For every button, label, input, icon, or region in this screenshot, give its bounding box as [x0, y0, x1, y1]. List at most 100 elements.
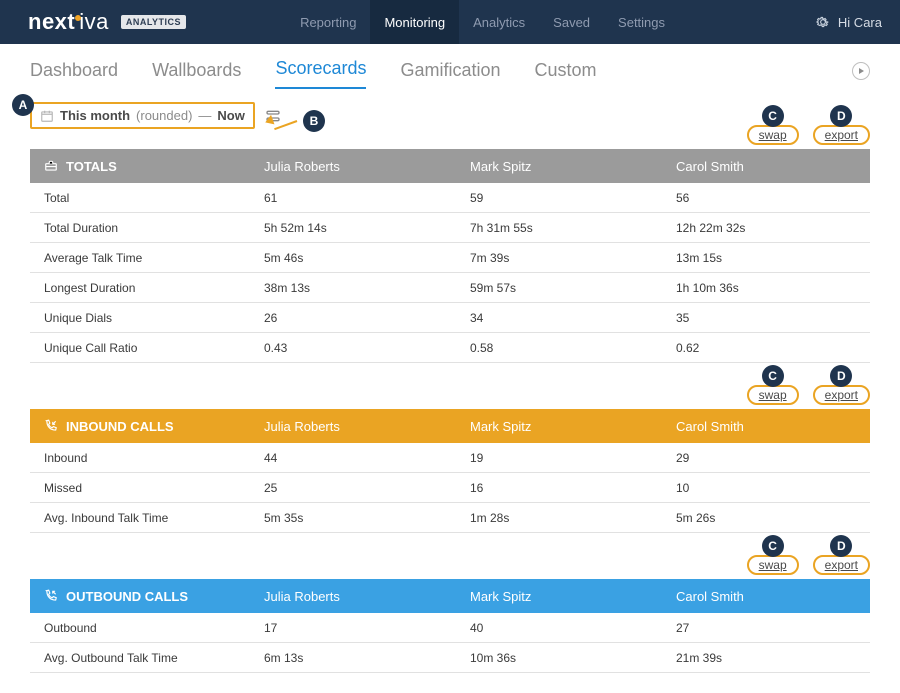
column-julia: Julia Roberts [250, 589, 456, 604]
table-row: Unique Dials263435 [30, 303, 870, 333]
inbound-rows: Inbound441929Missed251610Avg. Inbound Ta… [30, 443, 870, 533]
row-label: Avg. Outbound Talk Time [30, 651, 250, 665]
nav-saved[interactable]: Saved [539, 0, 604, 44]
row-value: 5m 46s [250, 251, 456, 265]
nav-reporting[interactable]: Reporting [286, 0, 370, 44]
row-label: Outbound [30, 621, 250, 635]
row-value: 16 [456, 481, 662, 495]
swap-link[interactable]: C swap [747, 555, 799, 575]
phone-outbound-icon [44, 589, 58, 603]
annotation-d: D [830, 365, 852, 387]
row-value: 7h 31m 55s [456, 221, 662, 235]
totals-block: C swap D export TOTALS Julia Roberts Mar… [30, 149, 870, 363]
totals-title-cell: TOTALS [30, 159, 250, 174]
range-row: A This month (rounded) — Now B [30, 102, 870, 129]
tab-scorecards[interactable]: Scorecards [275, 58, 366, 89]
tab-gamification[interactable]: Gamification [400, 60, 500, 89]
tab-dashboard[interactable]: Dashboard [30, 60, 118, 89]
column-carol: Carol Smith [662, 159, 868, 174]
row-value: 10 [662, 481, 868, 495]
row-value: 59m 57s [456, 281, 662, 295]
row-label: Unique Dials [30, 311, 250, 325]
row-label: Longest Duration [30, 281, 250, 295]
annotation-c: C [762, 105, 784, 127]
annotation-d: D [830, 105, 852, 127]
row-value: 5m 35s [250, 511, 456, 525]
range-separator: — [198, 108, 211, 123]
row-value: 0.58 [456, 341, 662, 355]
row-label: Unique Call Ratio [30, 341, 250, 355]
row-value: 10m 36s [456, 651, 662, 665]
inbound-header: INBOUND CALLS Julia Roberts Mark Spitz C… [30, 409, 870, 443]
totals-rows: Total615956Total Duration5h 52m 14s7h 31… [30, 183, 870, 363]
outbound-title: OUTBOUND CALLS [66, 589, 188, 604]
row-label: Avg. Inbound Talk Time [30, 511, 250, 525]
column-mark: Mark Spitz [456, 159, 662, 174]
table-row: Total Duration5h 52m 14s7h 31m 55s12h 22… [30, 213, 870, 243]
export-link[interactable]: D export [813, 385, 870, 405]
export-link[interactable]: D export [813, 555, 870, 575]
range-period: This month [60, 108, 130, 123]
row-value: 1h 10m 36s [662, 281, 868, 295]
row-label: Missed [30, 481, 250, 495]
row-value: 12h 22m 32s [662, 221, 868, 235]
row-label: Total Duration [30, 221, 250, 235]
range-now: Now [217, 108, 244, 123]
table-row: Average Talk Time5m 46s7m 39s13m 15s [30, 243, 870, 273]
calendar-icon [40, 109, 54, 123]
row-value: 19 [456, 451, 662, 465]
user-greeting: Hi Cara [838, 15, 882, 30]
date-range-picker[interactable]: This month (rounded) — Now [30, 102, 255, 129]
inbound-title-cell: INBOUND CALLS [30, 419, 250, 434]
play-button[interactable] [852, 62, 870, 80]
row-value: 40 [456, 621, 662, 635]
sub-nav: Dashboard Wallboards Scorecards Gamifica… [0, 44, 900, 90]
column-carol: Carol Smith [662, 419, 868, 434]
outbound-header: OUTBOUND CALLS Julia Roberts Mark Spitz … [30, 579, 870, 613]
inbound-block: C swap D export INBOUND CALLS Julia Robe… [30, 409, 870, 533]
row-value: 0.43 [250, 341, 456, 355]
annotation-a: A [12, 94, 34, 116]
row-value: 5m 26s [662, 511, 868, 525]
row-value: 29 [662, 451, 868, 465]
row-value: 7m 39s [456, 251, 662, 265]
row-value: 27 [662, 621, 868, 635]
swap-link[interactable]: C swap [747, 125, 799, 145]
row-value: 61 [250, 191, 456, 205]
table-row: Outbound174027 [30, 613, 870, 643]
nav-analytics[interactable]: Analytics [459, 0, 539, 44]
user-area[interactable]: Hi Cara [816, 15, 882, 30]
inbound-title: INBOUND CALLS [66, 419, 174, 434]
tab-wallboards[interactable]: Wallboards [152, 60, 241, 89]
tab-custom[interactable]: Custom [535, 60, 597, 89]
gear-icon [816, 15, 830, 29]
column-mark: Mark Spitz [456, 589, 662, 604]
table-row: Avg. Inbound Talk Time5m 35s1m 28s5m 26s [30, 503, 870, 533]
row-value: 35 [662, 311, 868, 325]
briefcase-icon [44, 159, 58, 173]
phone-inbound-icon [44, 419, 58, 433]
swap-link[interactable]: C swap [747, 385, 799, 405]
page-content: A This month (rounded) — Now B C swap D … [0, 90, 900, 693]
outbound-rows: Outbound174027Avg. Outbound Talk Time6m … [30, 613, 870, 673]
annotation-b: B [303, 110, 325, 132]
export-link[interactable]: D export [813, 125, 870, 145]
range-rounding: (rounded) [136, 108, 192, 123]
column-julia: Julia Roberts [250, 419, 456, 434]
totals-title: TOTALS [66, 159, 117, 174]
table-row: Missed251610 [30, 473, 870, 503]
top-bar: nextiva ANALYTICS Reporting Monitoring A… [0, 0, 900, 44]
row-label: Total [30, 191, 250, 205]
annotation-d: D [830, 535, 852, 557]
row-value: 17 [250, 621, 456, 635]
row-value: 0.62 [662, 341, 868, 355]
nav-settings[interactable]: Settings [604, 0, 679, 44]
row-value: 56 [662, 191, 868, 205]
brand-badge: ANALYTICS [121, 15, 186, 29]
row-value: 21m 39s [662, 651, 868, 665]
table-row: Inbound441929 [30, 443, 870, 473]
outbound-block: C swap D export OUTBOUND CALLS Julia Rob… [30, 579, 870, 673]
nav-monitoring[interactable]: Monitoring [370, 0, 459, 44]
annotation-b-arrow: B [265, 110, 325, 132]
outbound-actions: C swap D export [747, 555, 870, 575]
